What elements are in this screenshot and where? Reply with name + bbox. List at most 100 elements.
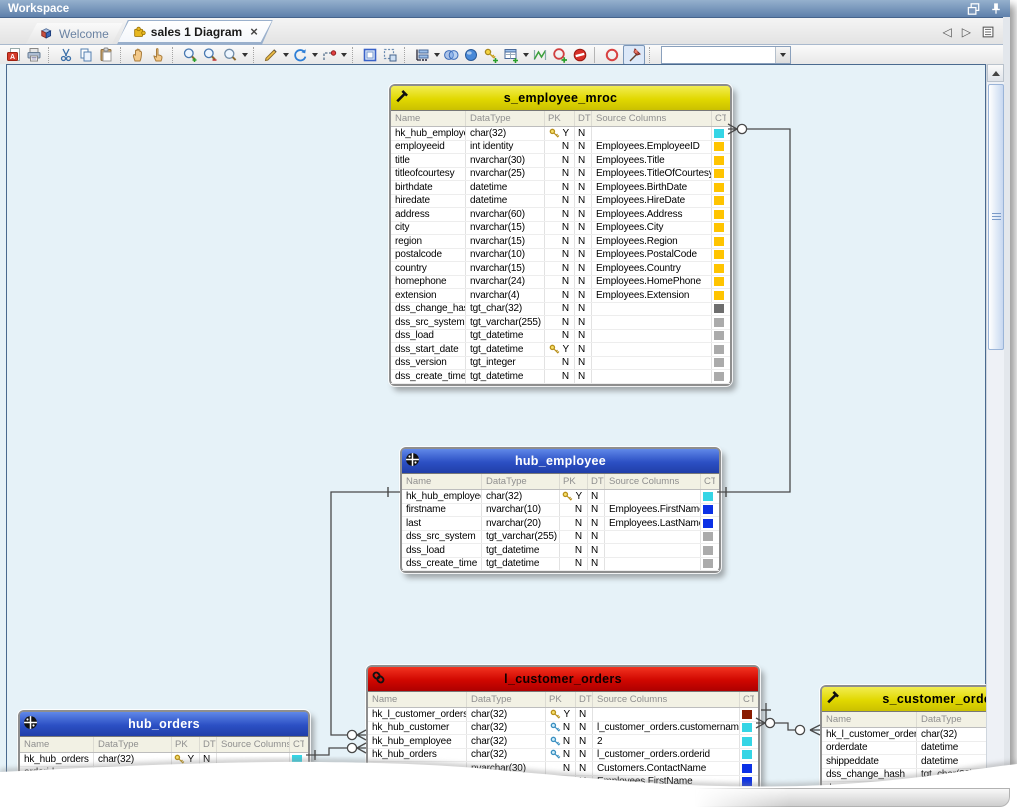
toolbar-separator: [649, 47, 654, 63]
column-row: dss_change_hashtgt_char(32)NN: [822, 769, 1010, 783]
pencil-dropdown-icon[interactable]: [282, 46, 290, 64]
column-type-swatch: [742, 750, 752, 759]
pencil-button[interactable]: [262, 46, 281, 64]
column-type-swatch: [742, 737, 752, 746]
scroll-tabs-left-icon[interactable]: ◁: [943, 25, 952, 39]
column-row: titleofcourtesynvarchar(25)NNEmployees.T…: [391, 168, 730, 182]
auto-layout-dropdown-icon[interactable]: [433, 46, 441, 64]
column-row: addressnvarchar(60)NNEmployees.Address: [391, 208, 730, 222]
toolbar-separator: [172, 47, 177, 63]
column-type-swatch: [714, 331, 724, 340]
tab-sales-1-diagram[interactable]: sales 1 Diagram ×: [118, 21, 272, 42]
entity-header[interactable]: hub_orders: [20, 712, 308, 737]
toolbar-separator: [48, 47, 53, 63]
auto-layout-button[interactable]: [413, 46, 432, 64]
pin-window-icon[interactable]: [988, 2, 1004, 16]
combobox-dropdown-icon[interactable]: [775, 47, 790, 63]
export-pdf-button[interactable]: A: [5, 46, 24, 64]
pin-button[interactable]: [623, 45, 645, 65]
float-window-icon[interactable]: [966, 2, 982, 16]
app-window: Workspace Welcome sales 1 Diagram × ◁ ▷ …: [0, 0, 1010, 800]
scroll-tabs-right-icon[interactable]: ▷: [962, 25, 971, 39]
gold-key-icon: [549, 344, 560, 355]
vertical-scrollbar[interactable]: [986, 64, 1004, 808]
column-type-swatch: [714, 264, 724, 273]
cut-button[interactable]: [57, 46, 76, 64]
column-row: dss_create_timetgt_datetimeNN: [402, 558, 719, 572]
entity-header[interactable]: l_customer_orders: [368, 667, 758, 692]
column-row: titlenvarchar(30)NNEmployees.Title: [391, 154, 730, 168]
column-row: orderdatedatetimeNN: [822, 742, 1010, 756]
entity-table-s_employee_mroc[interactable]: s_employee_mrocNameDataTypePKDTSource Co…: [389, 84, 732, 386]
sphere-button[interactable]: [462, 46, 481, 64]
scrollbar-thumb[interactable]: [988, 84, 1004, 350]
column-type-swatch: [714, 210, 724, 219]
point-hand-button[interactable]: [149, 46, 168, 64]
zoom-dropdown-icon[interactable]: [241, 46, 249, 64]
column-row: hk_hub_employeechar(32)NN2: [368, 735, 758, 749]
add-key-button[interactable]: [482, 46, 501, 64]
blue-key-icon: [550, 736, 561, 747]
column-row: hk_hub_orderschar(32)YN: [20, 753, 308, 767]
column-type-swatch: [714, 304, 724, 313]
connector-style-dropdown-icon[interactable]: [340, 46, 348, 64]
print-button[interactable]: [25, 46, 44, 64]
column-row: dss_start_datetgt_datetimeYN: [391, 343, 730, 357]
toolbar-separator: [352, 47, 357, 63]
select-region-button[interactable]: [381, 46, 400, 64]
column-row: dss_versiontgt_integerNN: [391, 357, 730, 371]
column-row: customernamenvarchar(30)NNCustomers.Cont…: [368, 762, 758, 776]
toolbar-separator: [120, 47, 125, 63]
column-type-swatch: [714, 196, 724, 205]
column-type-swatch: [714, 291, 724, 300]
column-type-swatch: [742, 723, 752, 732]
zoom-out-button[interactable]: [201, 46, 220, 64]
column-headers: NameDataTypePKDTSource ColumnsCT: [368, 692, 758, 708]
column-row: hiredatedatetimeNNEmployees.HireDate: [391, 195, 730, 209]
entity-table-hub_orders[interactable]: hub_ordersNameDataTypePKDTSource Columns…: [18, 710, 310, 782]
tab-list-icon[interactable]: [981, 24, 996, 39]
add-table-button[interactable]: [502, 46, 521, 64]
scrollbar-grip: [992, 213, 1001, 221]
transform-button[interactable]: [531, 46, 550, 64]
diagram-canvas[interactable]: s_employee_mroc NameDataTypePKDTSource Co…: [0, 64, 1010, 810]
column-row: hk_hub_orderschar(32)NNl_customer_orders…: [368, 749, 758, 763]
entity-table-hub_employee[interactable]: hub_employeeNameDataTypePKDTSource Colum…: [400, 447, 721, 573]
frame-button[interactable]: [361, 46, 380, 64]
column-row: homephonenvarchar(24)NNEmployees.HomePho…: [391, 276, 730, 290]
close-tab-icon[interactable]: ×: [250, 27, 258, 37]
column-type-swatch: [714, 318, 724, 327]
copy-button[interactable]: [77, 46, 96, 64]
entity-title: hub_orders: [128, 717, 200, 731]
entity-header[interactable]: s_customer_orders: [822, 687, 1010, 712]
undo-rotate-dropdown-icon[interactable]: [311, 46, 319, 64]
pan-hand-button[interactable]: [129, 46, 148, 64]
entity-table-s_customer_orders[interactable]: s_customer_ordersNameDataTypePKDTSource …: [820, 685, 1010, 798]
column-row: dss_src_systemtgt_varchar(255)NN: [402, 531, 719, 545]
entity-table-l_customer_orders[interactable]: l_customer_ordersNameDataTypePKDTSource …: [366, 665, 760, 805]
column-row: firstnamenvarchar(10)NNEmployees.FirstNa…: [368, 776, 758, 790]
column-row: dss_change_hashtgt_char(32)NN: [391, 303, 730, 317]
column-row: employeeidint identityNNEmployees.Employ…: [391, 141, 730, 155]
entity-header[interactable]: hub_employee: [402, 449, 719, 474]
undo-rotate-button[interactable]: [291, 46, 310, 64]
scroll-up-icon[interactable]: [987, 64, 1004, 82]
red-circle-button[interactable]: [603, 46, 622, 64]
tab-welcome[interactable]: Welcome: [26, 23, 123, 44]
window-bottom-corner: [695, 788, 1010, 807]
tab-bar: Welcome sales 1 Diagram × ◁ ▷: [0, 18, 1010, 45]
block-button[interactable]: [571, 46, 590, 64]
add-table-dropdown-icon[interactable]: [522, 46, 530, 64]
zoom-button[interactable]: [221, 46, 240, 64]
entity-header[interactable]: s_employee_mroc: [391, 86, 730, 111]
window-right-border: [1003, 17, 1010, 800]
column-type-swatch: [714, 223, 724, 232]
connector-style-button[interactable]: [320, 46, 339, 64]
column-type-swatch: [714, 169, 724, 178]
zoom-in-button[interactable]: [181, 46, 200, 64]
venn-button[interactable]: [442, 46, 461, 64]
toolbar-combobox[interactable]: [661, 46, 791, 64]
add-circle-button[interactable]: [551, 46, 570, 64]
paste-button[interactable]: [97, 46, 116, 64]
column-row: shippeddatedatetimeNN: [822, 755, 1010, 769]
